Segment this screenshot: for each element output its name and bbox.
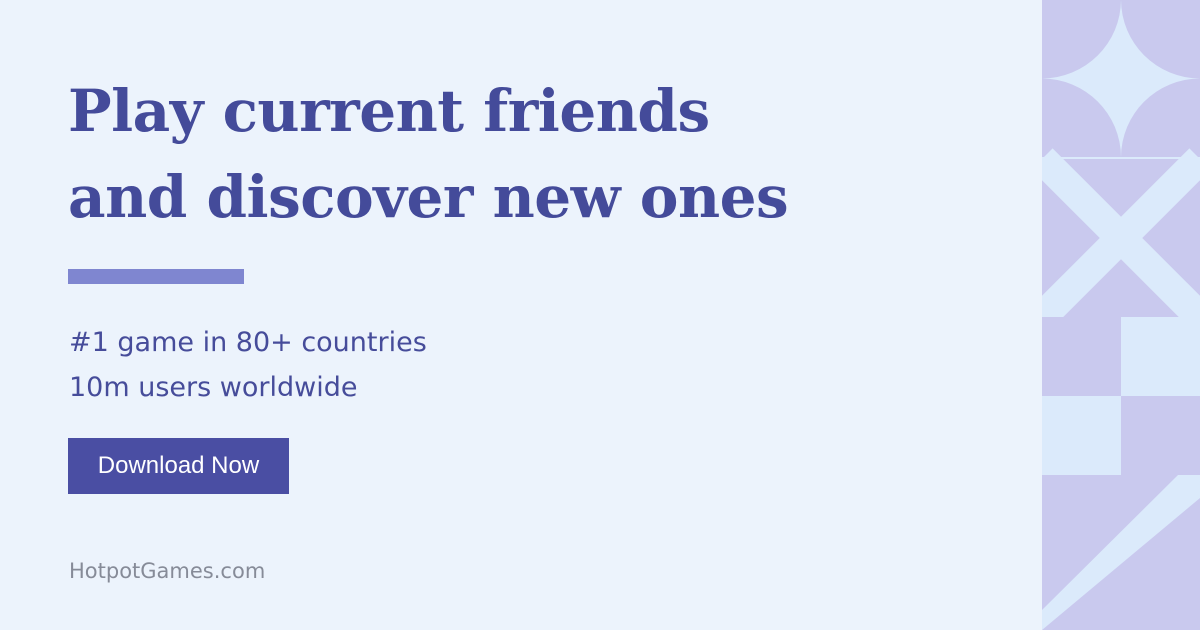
headline-line-1: Play current friends: [68, 77, 710, 145]
stat-users: 10m users worldwide: [69, 372, 358, 403]
checker-square: [1042, 396, 1121, 475]
stats-block: #1 game in 80+ countries 10m users world…: [69, 320, 427, 410]
headline: Play current friends and discover new on…: [68, 68, 968, 240]
checker-square: [1121, 396, 1200, 475]
promo-banner: Play current friends and discover new on…: [0, 0, 1200, 630]
checker-square: [1042, 317, 1121, 396]
star-tile: [1042, 0, 1200, 157]
download-now-button[interactable]: Download Now: [68, 438, 289, 494]
checker-tile: [1042, 317, 1200, 475]
site-link[interactable]: HotpotGames.com: [69, 556, 265, 586]
cross-tile: [1042, 148, 1200, 328]
checker-square: [1121, 317, 1200, 396]
stripe-tile: [1042, 475, 1200, 630]
stat-countries: #1 game in 80+ countries: [69, 327, 427, 358]
decorative-pattern: [1042, 0, 1200, 630]
headline-line-2: and discover new ones: [68, 163, 789, 231]
accent-bar: [68, 269, 244, 284]
